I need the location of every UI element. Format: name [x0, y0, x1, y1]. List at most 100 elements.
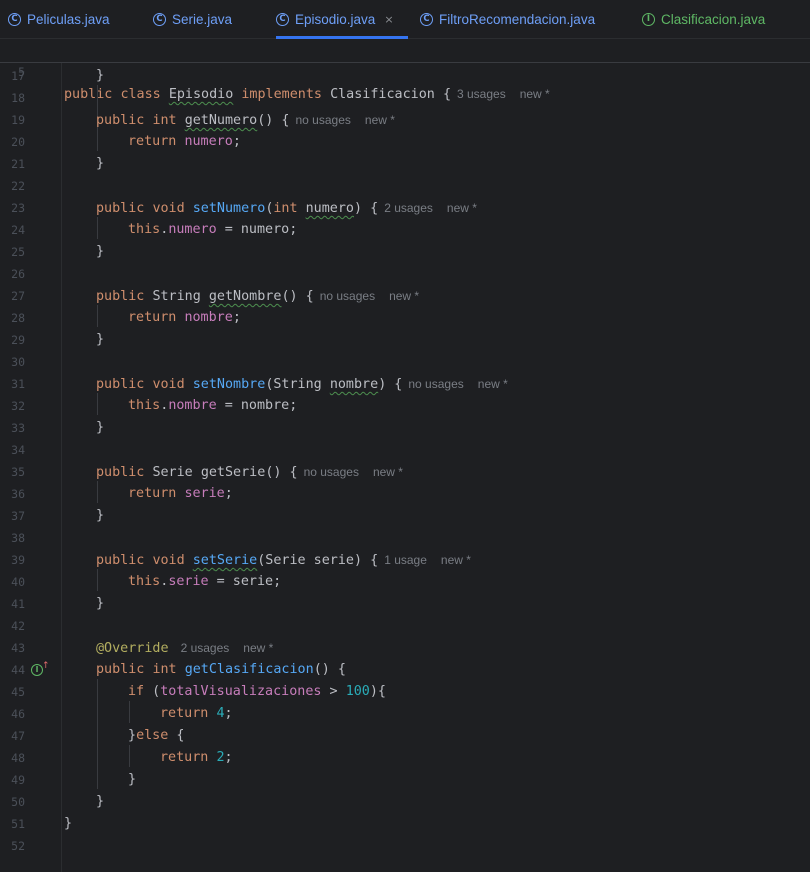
code-text: { — [168, 728, 185, 743]
interface-icon: I — [642, 12, 655, 26]
line-number: 31 — [11, 377, 25, 391]
line-number: 28 — [11, 311, 25, 325]
author-hint[interactable]: new * — [365, 113, 395, 127]
usages-hint[interactable]: no usages — [320, 289, 375, 303]
tab-clasificacion[interactable]: I Clasificacion.java — [642, 0, 765, 38]
line-number: 22 — [11, 179, 25, 193]
class-icon: C — [276, 12, 289, 26]
field-ref: serie — [184, 486, 225, 501]
line-number: 32 — [11, 399, 25, 413]
line-number: 45 — [11, 685, 25, 699]
field-ref: totalVisualizaciones — [160, 684, 322, 699]
line-number: 25 — [11, 245, 25, 259]
tab-label: Clasificacion.java — [661, 11, 766, 27]
method-name: getClasificacion — [184, 662, 314, 677]
code-line: public Serie getSerie() {no usages new * — [96, 461, 403, 484]
code-text: () { — [257, 113, 290, 128]
line-number: 48 — [11, 751, 25, 765]
code-line: @Override 2 usages new * — [96, 637, 273, 660]
class-icon: C — [153, 12, 166, 26]
line-number: 30 — [11, 355, 25, 369]
tab-label: FiltroRecomendacion.java — [439, 11, 596, 27]
line-number: 17 — [11, 69, 25, 83]
line-number: 20 — [11, 135, 25, 149]
keyword: void — [152, 377, 185, 392]
type-name: Serie — [152, 465, 193, 480]
code-text: ( — [144, 684, 161, 699]
tab-serie[interactable]: C Serie.java — [153, 0, 232, 38]
line-number: 36 — [11, 487, 25, 501]
code-text: ; — [224, 706, 233, 721]
code-line: public void setNumero(int numero) {2 usa… — [96, 197, 477, 220]
keyword: if — [128, 684, 145, 699]
usages-hint[interactable]: 2 usages — [181, 641, 230, 655]
line-number: 52 — [11, 839, 25, 853]
field-ref: numero — [184, 134, 233, 149]
usages-hint[interactable]: no usages — [304, 465, 359, 479]
code-line: if (totalVisualizaciones > 100){ — [128, 681, 386, 703]
close-icon[interactable]: × — [384, 13, 393, 26]
line-number: 23 — [11, 201, 25, 215]
field-ref: serie — [168, 574, 209, 589]
line-number: 40 — [11, 575, 25, 589]
code-text: (Serie serie) { — [257, 553, 379, 568]
method-name: getNombre — [208, 289, 282, 304]
annotation: @Override — [96, 641, 169, 656]
code-text: () { — [313, 662, 346, 677]
author-hint[interactable]: new * — [373, 465, 403, 479]
code-line: public void setNombre(String nombre) {no… — [96, 373, 508, 396]
author-hint[interactable]: new * — [447, 201, 477, 215]
author-hint[interactable]: new * — [243, 641, 273, 655]
code-line: }else { — [128, 725, 184, 747]
author-hint[interactable]: new * — [389, 289, 419, 303]
keyword: int — [152, 113, 177, 128]
line-number: 37 — [11, 509, 25, 523]
line-number: 47 — [11, 729, 25, 743]
keyword: public — [96, 377, 145, 392]
method-name: setNumero — [192, 201, 266, 216]
keyword: this — [128, 574, 161, 589]
code-text: (String — [265, 377, 330, 392]
usages-hint[interactable]: no usages — [296, 113, 351, 127]
usages-hint[interactable]: 2 usages — [384, 201, 433, 215]
code-text: () { — [265, 465, 298, 480]
editor-tab-bar: C Peliculas.java C Serie.java C Episodio… — [0, 0, 810, 39]
line-number: 50 — [11, 795, 25, 809]
line-number: 35 — [11, 465, 25, 479]
code-line: } — [96, 596, 105, 611]
line-number: 33 — [11, 421, 25, 435]
code-text: ) { — [378, 377, 403, 392]
usages-hint[interactable]: no usages — [408, 377, 463, 391]
code-line: this.serie = serie; — [128, 571, 281, 593]
line-number: 19 — [11, 113, 25, 127]
class-icon: C — [8, 12, 21, 26]
keyword: this — [128, 398, 161, 413]
code-line: public int getClasificacion() { — [96, 659, 346, 681]
code-line: this.numero = numero; — [128, 219, 297, 241]
number-literal: 2 — [216, 750, 225, 765]
code-line: public void setSerie(Serie serie) {1 usa… — [96, 549, 471, 572]
line-number: 18 — [11, 91, 25, 105]
code-line: return nombre; — [128, 307, 241, 329]
code-line: } — [96, 244, 105, 259]
keyword: public — [96, 289, 145, 304]
line-number: 38 — [11, 531, 25, 545]
usages-hint[interactable]: 1 usage — [384, 553, 427, 567]
class-icon: C — [420, 12, 433, 26]
keyword: public — [96, 201, 145, 216]
param-name: numero — [305, 201, 354, 216]
author-hint[interactable]: new * — [441, 553, 471, 567]
method-name: setNombre — [192, 377, 266, 392]
sticky-class-header[interactable]: 5 public class Episodio implements Clasi… — [0, 39, 810, 102]
tab-episodio[interactable]: C Episodio.java × — [276, 0, 408, 39]
code-line: public String getNombre() {no usages new … — [96, 285, 419, 308]
code-text: } — [128, 728, 137, 743]
author-hint[interactable]: new * — [478, 377, 508, 391]
field-ref: numero — [168, 222, 217, 237]
code-text: ){ — [369, 684, 386, 699]
tab-peliculas[interactable]: C Peliculas.java — [8, 0, 110, 38]
line-number: 29 — [11, 333, 25, 347]
keyword: return — [128, 310, 177, 325]
code-line: } — [96, 508, 105, 523]
tab-filtro-recomendacion[interactable]: C FiltroRecomendacion.java — [420, 0, 595, 38]
